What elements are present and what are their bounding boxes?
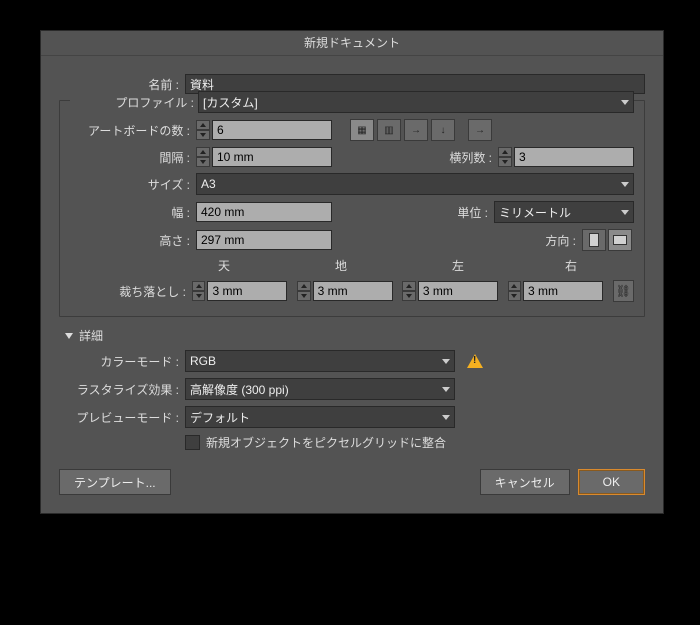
spacing-stepper[interactable] [196,147,210,167]
ok-button[interactable]: OK [578,469,645,495]
raster-label: ラスタライズ効果 : [59,381,185,398]
height-input[interactable] [196,230,332,250]
artboards-input[interactable] [212,120,332,140]
arrange-grid-col-icon[interactable]: ▥ [377,119,401,141]
bleed-top-label: 天 [204,257,287,274]
bleed-left-stepper[interactable] [402,281,416,301]
bleed-link-icon[interactable]: ⛓ [613,280,634,302]
preview-mode-select[interactable]: デフォルト [185,406,455,428]
arrange-grid-row-icon[interactable]: ▦ [350,119,374,141]
columns-input[interactable] [514,147,634,167]
bleed-left-input[interactable] [418,281,498,301]
raster-select[interactable]: 高解像度 (300 ppi) [185,378,455,400]
cancel-button[interactable]: キャンセル [480,469,570,495]
units-label: 単位 : [438,204,494,221]
width-label: 幅 : [70,204,196,221]
pixel-grid-label: 新規オブジェクトをピクセルグリッドに整合 [206,434,446,451]
arrange-col-icon[interactable]: ↓ [431,119,455,141]
height-label: 高さ : [70,232,196,249]
bleed-top-input[interactable] [207,281,287,301]
orientation-landscape-button[interactable] [608,229,632,251]
bleed-left-label: 左 [438,257,521,274]
artboards-stepper[interactable] [196,120,210,140]
size-label: サイズ : [70,176,196,193]
columns-stepper[interactable] [498,147,512,167]
bleed-bottom-stepper[interactable] [297,281,311,301]
size-select[interactable]: A3 [196,173,634,195]
color-mode-select[interactable]: RGB [185,350,455,372]
spacing-label: 間隔 : [70,149,196,166]
profile-select[interactable]: [カスタム] [198,91,634,113]
bleed-label: 裁ち落とし : [70,283,192,300]
spacing-input[interactable] [212,147,332,167]
color-mode-warning-icon [467,354,483,368]
units-select[interactable]: ミリメートル [494,201,634,223]
bleed-right-input[interactable] [523,281,603,301]
artboards-label: アートボードの数 : [70,122,196,139]
width-input[interactable] [196,202,332,222]
bleed-bottom-label: 地 [321,257,404,274]
bleed-right-label: 右 [551,257,634,274]
bleed-right-stepper[interactable] [508,281,522,301]
color-mode-label: カラーモード : [59,353,185,370]
orientation-portrait-button[interactable] [582,229,606,251]
dialog-title: 新規ドキュメント [41,31,663,56]
arrange-rtl-icon[interactable]: → [468,119,492,141]
orientation-label: 方向 : [526,232,582,249]
columns-label: 横列数 : [432,149,498,166]
template-button[interactable]: テンプレート... [59,469,171,495]
name-label: 名前 : [59,76,185,93]
bleed-bottom-input[interactable] [313,281,393,301]
profile-label: プロファイル : [70,94,198,111]
preview-mode-label: プレビューモード : [59,409,185,426]
pixel-grid-checkbox[interactable] [185,435,200,450]
advanced-disclosure[interactable]: 詳細 [65,327,645,344]
bleed-top-stepper[interactable] [192,281,206,301]
new-document-dialog: 新規ドキュメント 名前 : プロファイル : [カスタム] アートボードの数 :… [40,30,664,514]
arrange-row-ltr-icon[interactable]: → [404,119,428,141]
bleed-headers: 天 地 左 右 [70,257,634,274]
